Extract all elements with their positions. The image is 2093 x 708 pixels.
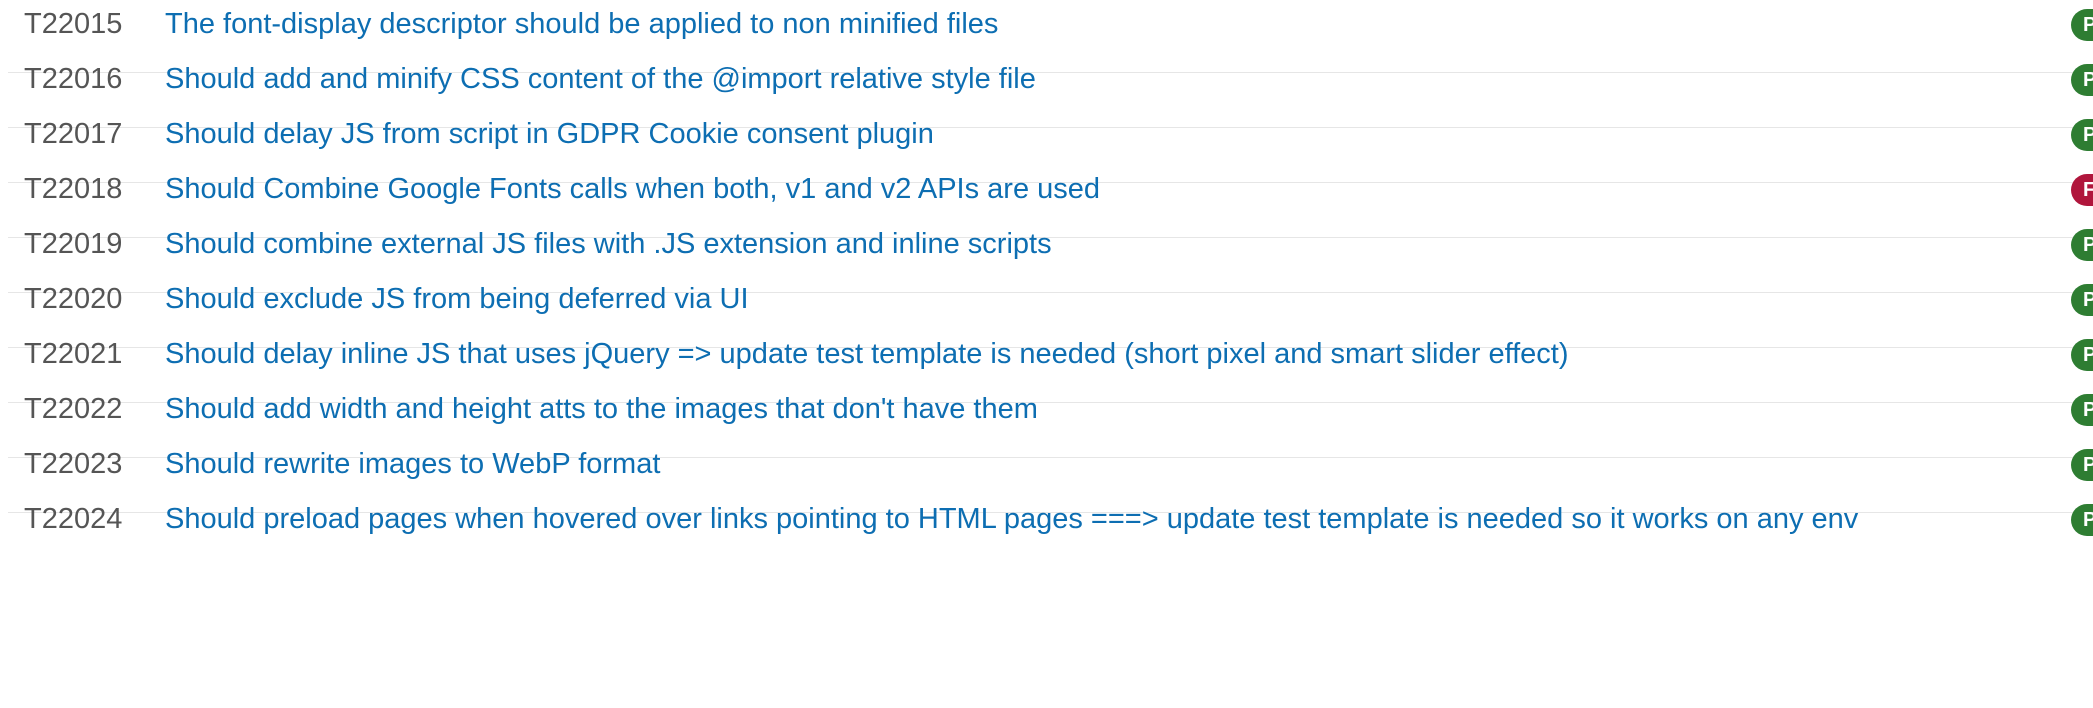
test-id: T22024 xyxy=(24,503,123,535)
status-badge: P xyxy=(2071,394,2093,426)
status-badge: P xyxy=(2071,229,2093,261)
test-title-link[interactable]: Should preload pages when hovered over l… xyxy=(165,495,1858,543)
test-title-link[interactable]: Should combine external JS files with .J… xyxy=(165,220,1052,268)
test-title-link[interactable]: Should Combine Google Fonts calls when b… xyxy=(165,165,1100,213)
test-case-list: T22015 The font-display descriptor shoul… xyxy=(0,0,2093,708)
test-title-link[interactable]: Should rewrite images to WebP format xyxy=(165,440,660,488)
test-id: T22021 xyxy=(24,338,123,370)
test-title-link[interactable]: Should delay JS from script in GDPR Cook… xyxy=(165,110,934,158)
status-badge: P xyxy=(2071,449,2093,481)
status-badge: P xyxy=(2071,284,2093,316)
test-id: T22023 xyxy=(24,448,123,480)
test-title-link[interactable]: The font-display descriptor should be ap… xyxy=(165,0,998,48)
status-badge: F xyxy=(2071,174,2093,206)
status-badge: P xyxy=(2071,9,2093,41)
status-badge: P xyxy=(2071,64,2093,96)
test-row: T22024 Should preload pages when hovered… xyxy=(8,495,2093,568)
test-id: T22017 xyxy=(24,118,123,150)
status-badge: P xyxy=(2071,339,2093,371)
test-title-link[interactable]: Should add and minify CSS content of the… xyxy=(165,55,1036,103)
test-id: T22020 xyxy=(24,283,123,315)
test-title-link[interactable]: Should exclude JS from being deferred vi… xyxy=(165,275,749,323)
test-id: T22019 xyxy=(24,228,123,260)
test-id: T22015 xyxy=(24,8,123,40)
test-title-link[interactable]: Should delay inline JS that uses jQuery … xyxy=(165,330,1569,378)
status-badge: P xyxy=(2071,119,2093,151)
test-id: T22022 xyxy=(24,393,123,425)
test-title-link[interactable]: Should add width and height atts to the … xyxy=(165,385,1038,433)
test-id: T22018 xyxy=(24,173,123,205)
status-badge: P xyxy=(2071,504,2093,536)
test-id: T22016 xyxy=(24,63,123,95)
